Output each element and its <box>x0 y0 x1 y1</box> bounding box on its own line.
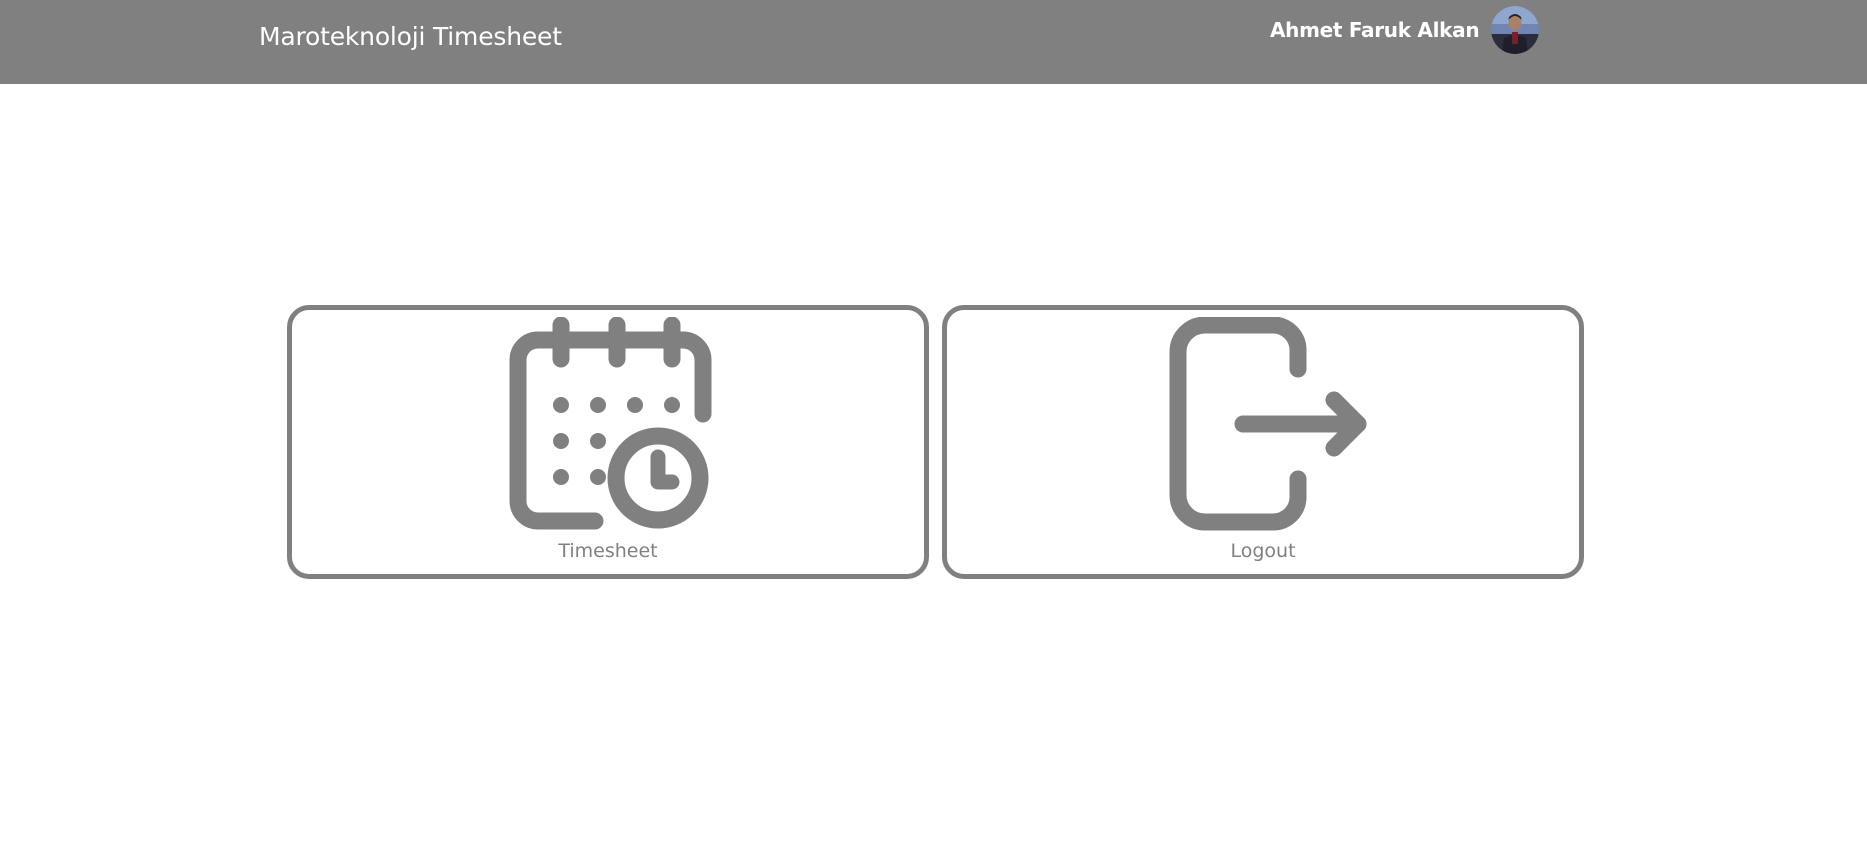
logout-label: Logout <box>1230 540 1296 562</box>
user-menu[interactable]: Ahmet Faruk Alkan <box>1270 4 1540 56</box>
logout-icon <box>1169 317 1367 531</box>
avatar[interactable] <box>1491 6 1540 54</box>
top-navbar: Maroteknoloji Timesheet Ahmet Faruk Alka… <box>0 0 1867 84</box>
user-name[interactable]: Ahmet Faruk Alkan <box>1270 18 1480 42</box>
calendar-clock-icon <box>509 317 712 530</box>
timesheet-label: Timesheet <box>558 540 658 562</box>
brand-title[interactable]: Maroteknoloji Timesheet <box>259 22 562 52</box>
timesheet-card[interactable]: Timesheet <box>287 305 929 579</box>
logout-card[interactable]: Logout <box>942 305 1584 579</box>
